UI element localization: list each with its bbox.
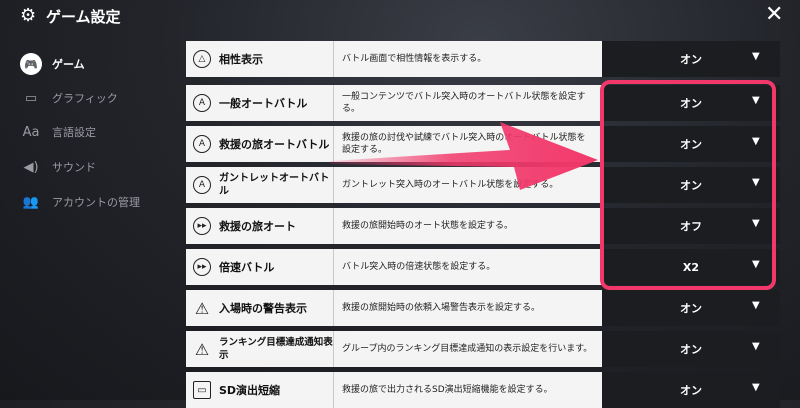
setting-name: ▸▸ 倍速バトル	[186, 249, 334, 285]
setting-value: オン	[680, 343, 702, 356]
gear-icon: ⚙	[20, 5, 37, 26]
warning-icon: ⚠	[194, 339, 210, 359]
setting-dropdown[interactable]: オン ▼	[602, 290, 780, 326]
monitor-icon: ▭	[193, 381, 211, 399]
setting-name: A 救援の旅オートバトル	[186, 126, 334, 162]
monitor-icon: ▭	[24, 90, 38, 106]
fast-forward-icon: ▸▸	[193, 217, 211, 235]
sidebar-item-sound[interactable]: ◀) サウンド	[18, 153, 96, 181]
setting-name: A ガントレットオートバトル	[186, 167, 334, 203]
setting-description: 救援の旅の討伐や試練でバトル突入時のオートバトル状態を設定する。	[334, 126, 602, 162]
setting-label: SD演出短縮	[219, 383, 281, 397]
close-icon[interactable]: ✕	[765, 2, 783, 27]
setting-name: △ 相性表示	[186, 41, 334, 77]
sidebar-item-game[interactable]: 🎮 ゲーム	[18, 50, 85, 78]
sidebar-item-label: ゲーム	[52, 58, 85, 71]
title-bar: ⚙ ゲーム設定 ✕	[0, 0, 800, 34]
sidebar-item-label: グラフィック	[52, 92, 118, 105]
setting-dropdown[interactable]: オン ▼	[602, 41, 780, 77]
dropdown-arrow-icon: ▼	[752, 341, 760, 352]
setting-description: 救援の旅開始時のオート状態を設定する。	[334, 208, 602, 244]
setting-label: 相性表示	[219, 52, 263, 66]
setting-label: ガントレットオートバトル	[219, 173, 330, 197]
setting-name: ▭ SD演出短縮	[186, 372, 334, 408]
setting-label: 倍速バトル	[219, 260, 275, 274]
setting-row: ⚠ 入場時の警告表示 救援の旅開始時の依頼入場警告表示を設定する。 オン ▼	[186, 290, 780, 326]
setting-name: ▸▸ 救援の旅オート	[186, 208, 334, 244]
setting-name: ⚠ ランキング目標達成通知表示	[186, 331, 334, 367]
setting-label: ランキング目標達成通知表示	[219, 337, 333, 361]
setting-description: バトル画面で相性情報を表示する。	[334, 41, 602, 77]
highlight-box	[600, 80, 776, 290]
sidebar-item-label: サウンド	[52, 161, 96, 174]
setting-row: ▭ SD演出短縮 救援の旅で出力されるSD演出短縮機能を設定する。 オン ▼	[186, 372, 780, 408]
setting-description: グループ内のランキング目標達成通知の表示設定を行います。	[334, 331, 602, 367]
sidebar-item-graphics[interactable]: ▭ グラフィック	[18, 84, 118, 112]
account-icon: 👥	[22, 194, 40, 210]
auto-battle-icon: A	[193, 135, 211, 153]
auto-battle-icon: A	[193, 94, 211, 112]
sidebar-item-account[interactable]: 👥 アカウントの管理	[18, 188, 140, 216]
setting-description: 一般コンテンツでバトル突入時のオートバトル状態を設定する。	[334, 85, 602, 121]
warning-icon: ⚠	[194, 298, 210, 318]
affinity-icon: △	[193, 50, 211, 68]
setting-description: 救援の旅開始時の依頼入場警告表示を設定する。	[334, 290, 602, 326]
speaker-icon: ◀)	[23, 159, 39, 175]
setting-label: 入場時の警告表示	[219, 301, 307, 315]
language-icon: Aa	[22, 124, 40, 140]
setting-description: ガントレット突入時のオートバトル状態を設定する。	[334, 167, 602, 203]
setting-dropdown[interactable]: オン ▼	[602, 372, 780, 408]
setting-name: ⚠ 入場時の警告表示	[186, 290, 334, 326]
setting-dropdown[interactable]: オン ▼	[602, 331, 780, 367]
setting-value: オン	[680, 53, 702, 66]
sidebar-item-language[interactable]: Aa 言語設定	[18, 118, 96, 146]
dropdown-arrow-icon: ▼	[752, 300, 760, 311]
fast-forward-icon: ▸▸	[193, 258, 211, 276]
setting-row: ⚠ ランキング目標達成通知表示 グループ内のランキング目標達成通知の表示設定を行…	[186, 331, 780, 367]
setting-label: 救援の旅オート	[219, 219, 296, 233]
sidebar-item-label: 言語設定	[52, 126, 96, 139]
setting-description: バトル突入時の倍速状態を設定する。	[334, 249, 602, 285]
setting-value: オン	[680, 302, 702, 315]
setting-value: オン	[680, 384, 702, 397]
setting-row: △ 相性表示 バトル画面で相性情報を表示する。 オン ▼	[186, 41, 780, 77]
setting-label: 救援の旅オートバトル	[219, 137, 330, 151]
window-title: ゲーム設定	[46, 8, 121, 26]
dropdown-arrow-icon: ▼	[752, 51, 760, 62]
setting-name: A 一般オートバトル	[186, 85, 334, 121]
dropdown-arrow-icon: ▼	[752, 382, 760, 393]
setting-label: 一般オートバトル	[219, 96, 308, 110]
sidebar-item-label: アカウントの管理	[52, 196, 140, 209]
gamepad-icon: 🎮	[20, 53, 42, 75]
setting-description: 救援の旅で出力されるSD演出短縮機能を設定する。	[334, 372, 602, 408]
auto-battle-icon: A	[193, 176, 211, 194]
